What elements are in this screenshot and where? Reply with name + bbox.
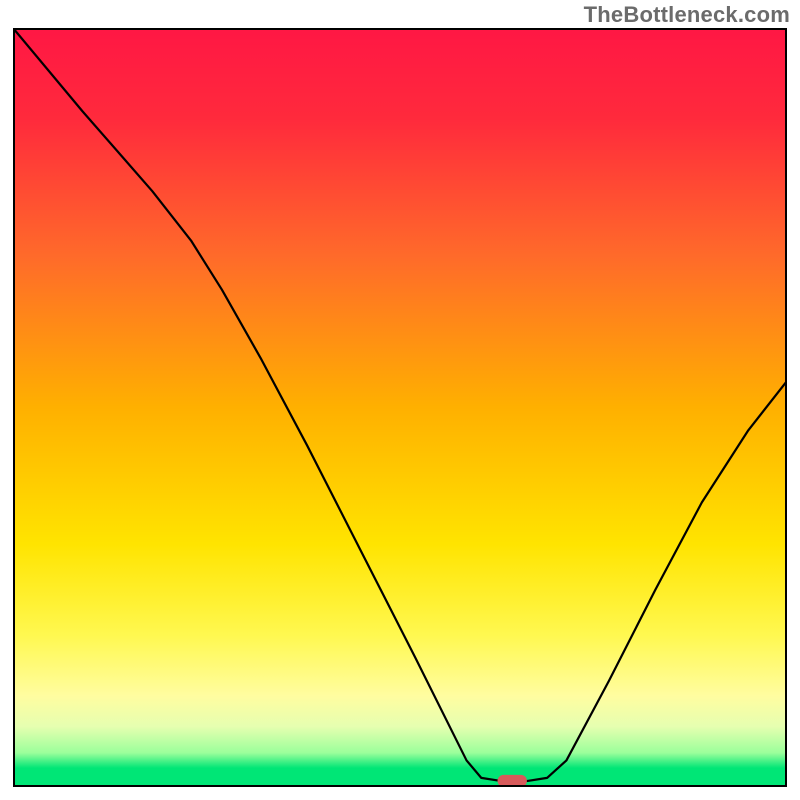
- chart-container: TheBottleneck.com: [0, 0, 800, 800]
- bottleneck-chart: [13, 28, 787, 787]
- watermark-label: TheBottleneck.com: [584, 2, 790, 28]
- chart-svg: [13, 28, 787, 787]
